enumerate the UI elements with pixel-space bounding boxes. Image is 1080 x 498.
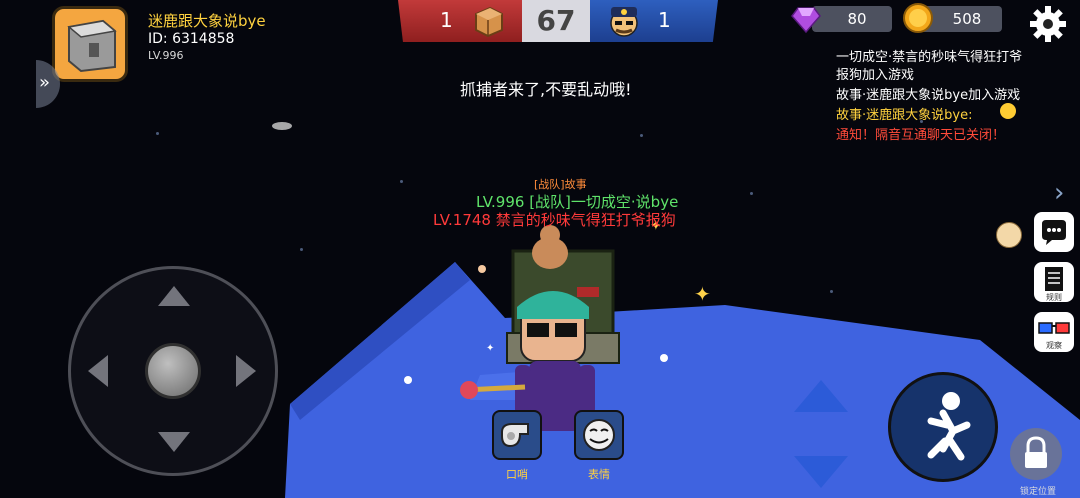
glow-orb	[660, 354, 668, 362]
rules-label: 规则	[1046, 293, 1062, 302]
player-level: LV.996	[148, 49, 184, 62]
spectate-label: 观察	[1046, 341, 1062, 350]
joystick-left-arrow-icon	[88, 355, 108, 387]
descend-button[interactable]	[794, 456, 848, 488]
system-notice: 通知！隔音互通聊天已关闭！	[836, 128, 1006, 143]
lock-position-button[interactable]	[1010, 428, 1062, 480]
star	[830, 290, 833, 293]
box-avatar-icon	[67, 19, 117, 73]
chat-line: 故事·迷鹿跟大象说bye:	[836, 108, 973, 123]
sparkle-icon: ✦	[694, 282, 711, 306]
game-notice: 抓捕者来了,不要乱动哦!	[460, 80, 632, 99]
blue-team-score: 1	[658, 8, 671, 32]
round-timer: 67	[536, 4, 576, 37]
jump-button[interactable]	[888, 372, 998, 482]
joystick-knob[interactable]	[145, 343, 201, 399]
document-icon	[1045, 267, 1063, 291]
chat-line: 一切成空·禁言的秒味气得狂打爷	[836, 50, 1023, 65]
lock-icon	[1025, 436, 1047, 468]
whistle-label: 口哨	[506, 468, 528, 481]
jumping-figure-icon	[927, 392, 971, 461]
gem-amount: 80	[847, 10, 867, 28]
team-tag: [战队]故事	[534, 178, 587, 191]
nameplate-2: LV.1748 禁言的秒味气得狂打爷报狗	[433, 211, 676, 229]
expand-panel-chevron-icon[interactable]: ›	[1054, 178, 1064, 208]
meme-face-icon	[583, 419, 615, 451]
police-icon	[610, 7, 638, 37]
chat-button[interactable]	[1034, 212, 1074, 252]
coin-icon	[903, 3, 933, 33]
star	[156, 132, 159, 135]
player-character	[460, 225, 620, 431]
chat-line: 报狗加入游戏	[836, 68, 915, 83]
emote-item-button[interactable]	[574, 410, 624, 460]
emote-label: 表情	[588, 468, 610, 481]
joystick-right-arrow-icon	[236, 355, 256, 387]
red-team-score: 1	[440, 8, 453, 32]
star	[750, 192, 753, 195]
star	[300, 248, 303, 251]
whistle-item-button[interactable]	[492, 410, 542, 460]
crate-icon	[475, 6, 503, 38]
joystick-up-arrow-icon	[158, 286, 190, 306]
chat-bubble-icon	[1042, 220, 1066, 245]
chevron-right-icon: »	[39, 72, 51, 93]
star	[400, 180, 403, 183]
glow-orb	[404, 376, 412, 384]
joystick-down-arrow-icon	[158, 432, 190, 452]
ascend-button[interactable]	[794, 380, 848, 412]
settings-gear-icon[interactable]	[1028, 4, 1068, 44]
whistle-icon	[501, 423, 529, 448]
player-name: 迷鹿跟大象说bye	[148, 12, 266, 30]
smiley-emote-icon[interactable]	[996, 222, 1022, 248]
chat-line: 故事·迷鹿跟大象说bye加入游戏	[836, 88, 1021, 103]
surprised-emoji-icon	[1000, 103, 1016, 119]
lock-position-label: 锁定位置	[1019, 487, 1056, 497]
floating-rock	[272, 122, 292, 130]
player-id: ID: 6314858	[148, 31, 235, 47]
player-avatar[interactable]	[52, 6, 128, 82]
coin-amount: 508	[952, 10, 982, 28]
star	[640, 134, 643, 137]
gem-icon	[791, 7, 821, 34]
